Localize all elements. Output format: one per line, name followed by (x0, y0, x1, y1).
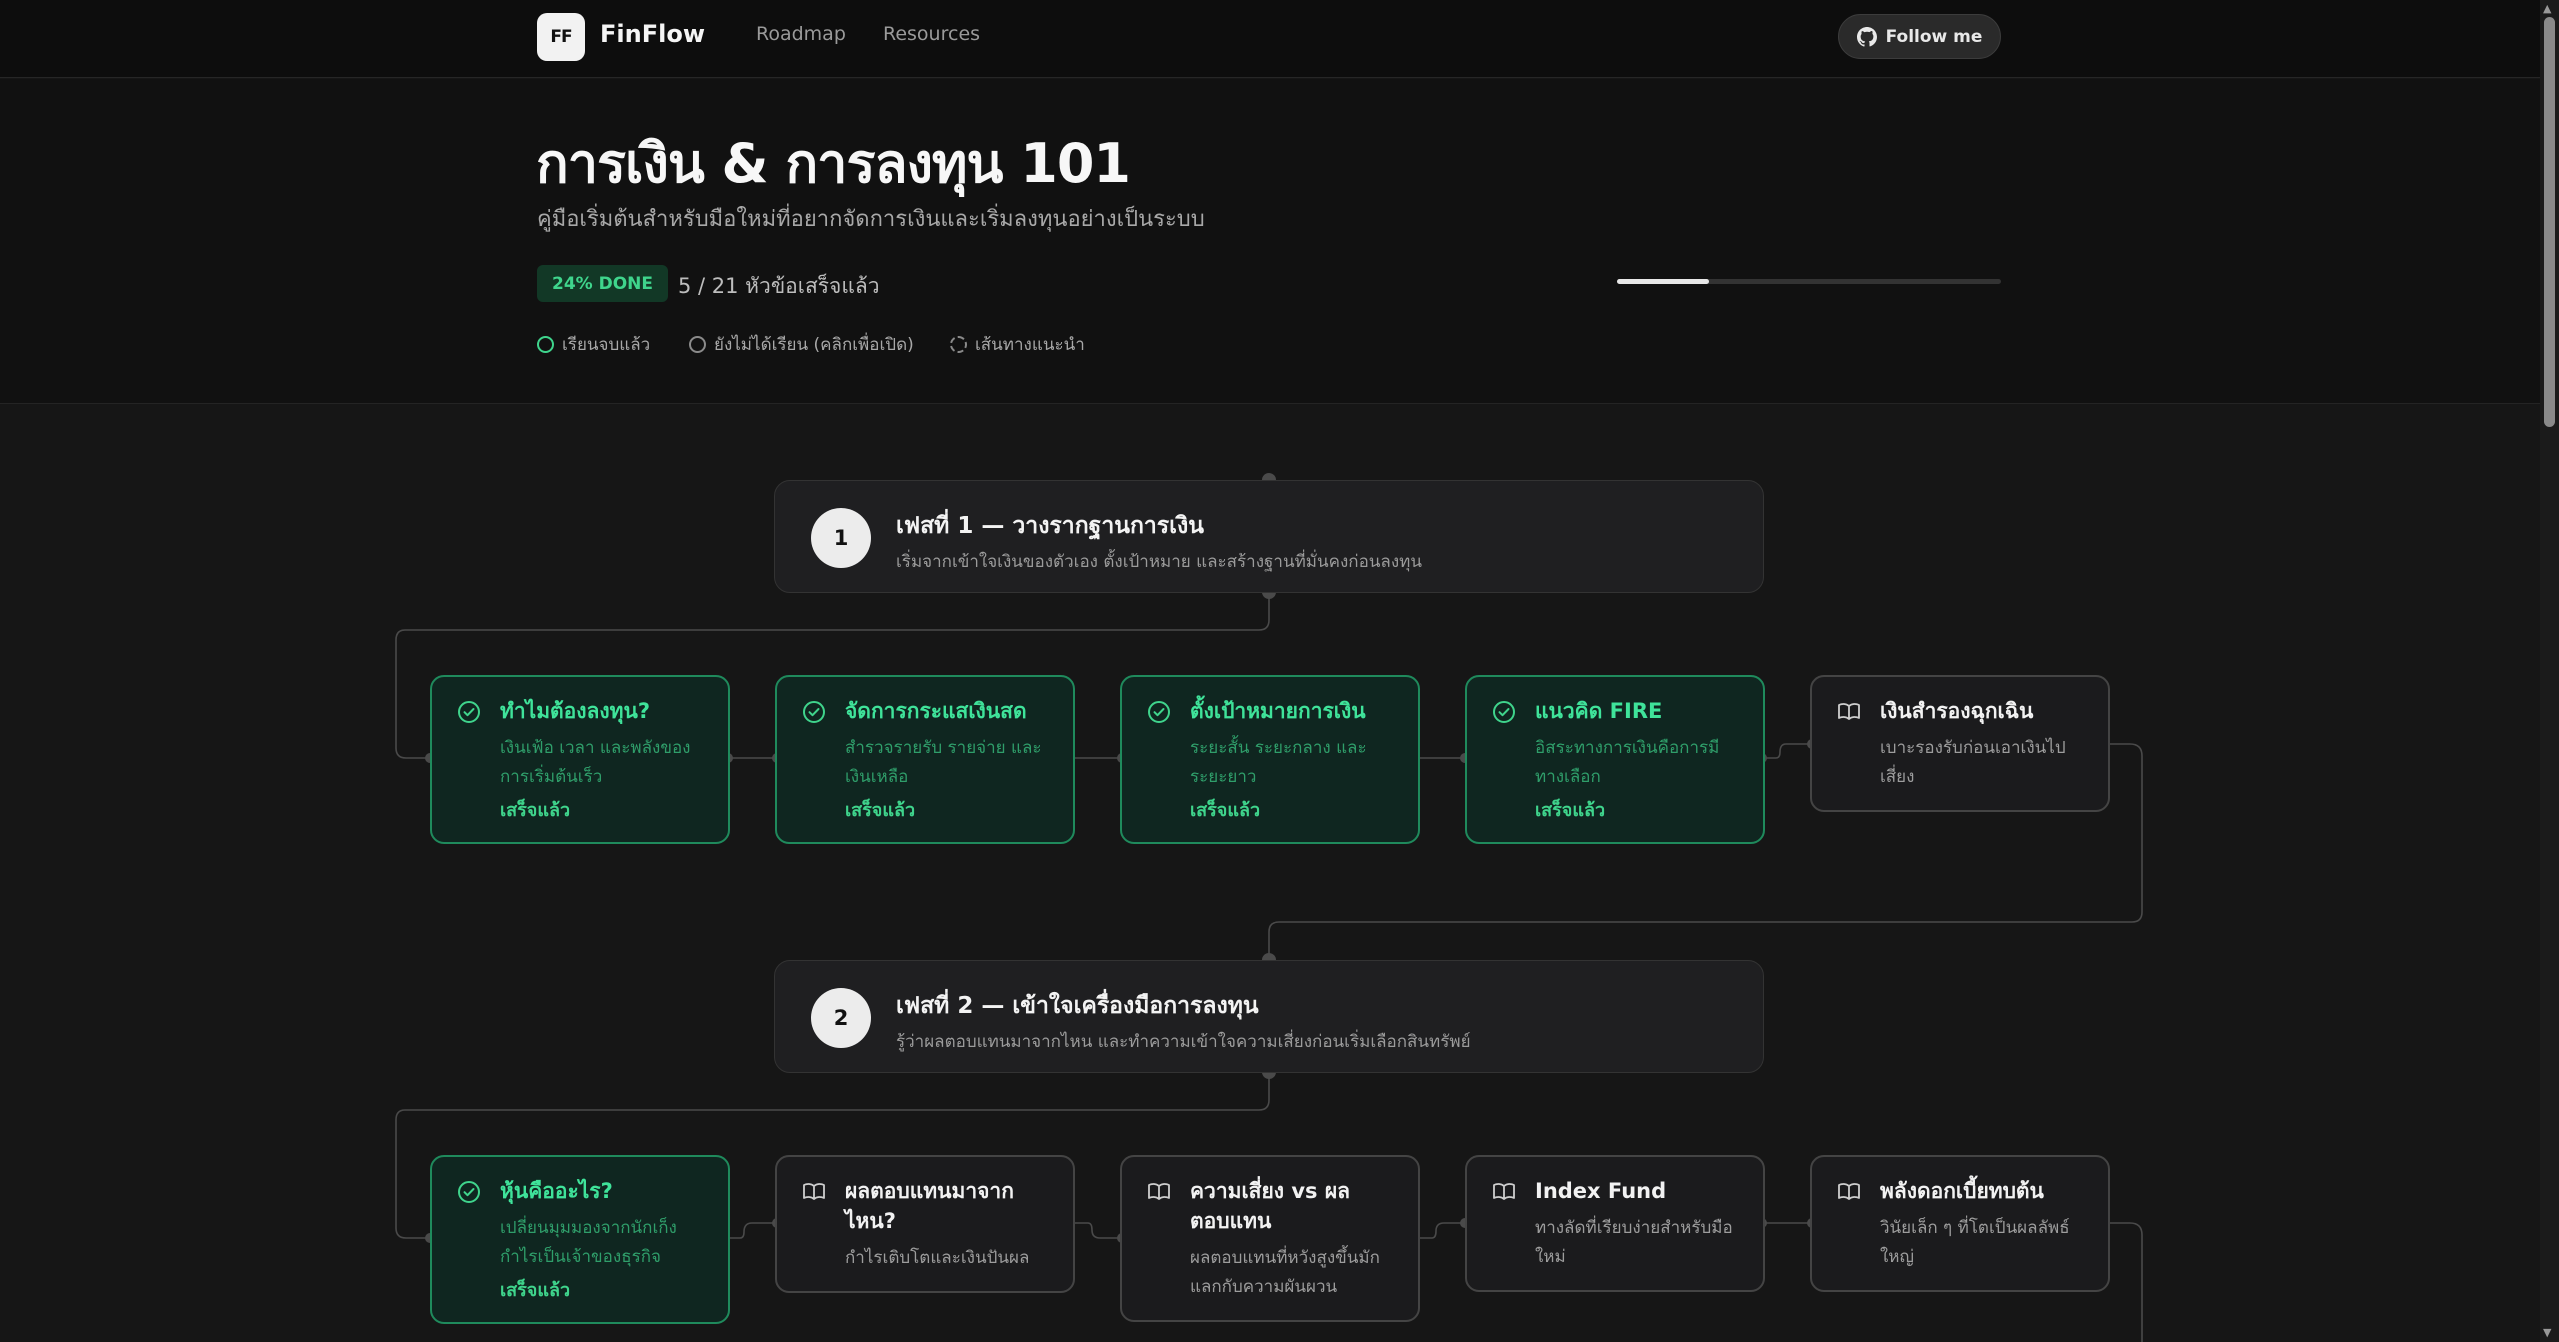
book-open-icon (1146, 1179, 1172, 1205)
topic-card[interactable]: ทำไมต้องลงทุน? เงินเฟ้อ เวลา และพลังของกา… (430, 675, 730, 844)
topic-title: หุ้นคืออะไร? (500, 1179, 613, 1203)
topic-description: กำไรเติบโตและเงินปันผล (845, 1248, 1030, 1268)
book-open-icon (1491, 1179, 1517, 1205)
topic-title: ความเสี่ยง vs ผลตอบแทน (1190, 1179, 1351, 1233)
check-circle-icon (456, 699, 482, 725)
topic-status: เสร็จแล้ว (500, 800, 571, 821)
scroll-down-arrow-icon[interactable]: ▼ (2543, 1326, 2551, 1339)
topic-card[interactable]: พลังดอกเบี้ยทบต้นวินัยเล็ก ๆ ที่โตเป็นผล… (1810, 1155, 2110, 1292)
topic-title: ทำไมต้องลงทุน? (500, 699, 651, 723)
topic-card[interactable]: หุ้นคืออะไร? เปลี่ยนมุมมองจากนักเก็งกำไรเ… (430, 1155, 730, 1324)
topic-title: พลังดอกเบี้ยทบต้น (1880, 1179, 2044, 1203)
scrollbar-thumb[interactable] (2544, 17, 2555, 427)
topic-description: ระยะสั้น ระยะกลาง และระยะยาว (1190, 738, 1367, 787)
check-circle-icon (456, 1179, 482, 1205)
topic-card[interactable]: ผลตอบแทนมาจากไหน? กำไรเติบโตและเงินปันผล (775, 1155, 1075, 1293)
topic-status: เสร็จแล้ว (1535, 800, 1606, 821)
topic-title: แนวคิด FIRE (1535, 699, 1663, 723)
phase-description: เริ่มจากเข้าใจเงินของตัวเอง ตั้งเป้าหมาย… (896, 552, 1422, 572)
topic-status: เสร็จแล้ว (845, 800, 916, 821)
topic-description: เปลี่ยนมุมมองจากนักเก็งกำไรเป็นเจ้าของธุ… (500, 1218, 677, 1267)
topic-status: เสร็จแล้ว (500, 1280, 571, 1301)
topic-card[interactable]: แนวคิด FIRE อิสระทางการเงินคือการมีทางเลื… (1465, 675, 1765, 844)
topic-description: เงินเฟ้อ เวลา และพลังของการเริ่มต้นเร็ว (500, 738, 691, 787)
check-circle-icon (1491, 699, 1517, 725)
check-circle-icon (801, 699, 827, 725)
phase-description: รู้ว่าผลตอบแทนมาจากไหน และทำความเข้าใจคว… (896, 1032, 1471, 1052)
topic-title: ผลตอบแทนมาจากไหน? (845, 1179, 1014, 1233)
topic-card[interactable]: เงินสำรองฉุกเฉินเบาะรองรับก่อนเอาเงินไปเ… (1810, 675, 2110, 812)
check-circle-icon (1146, 699, 1172, 725)
topic-description: ทางลัดที่เรียบง่ายสำหรับมือใหม่ (1535, 1218, 1733, 1267)
topic-description: สำรวจรายรับ รายจ่าย และเงินเหลือ (845, 738, 1042, 787)
topic-title: Index Fund (1535, 1179, 1667, 1203)
topic-description: อิสระทางการเงินคือการมีทางเลือก (1535, 738, 1720, 787)
phase-number: 1 (811, 508, 871, 568)
topic-card[interactable]: ความเสี่ยง vs ผลตอบแทนผลตอบแทนที่หวังสูง… (1120, 1155, 1420, 1322)
topic-description: ผลตอบแทนที่หวังสูงขึ้นมักแลกกับความผันผว… (1190, 1248, 1380, 1297)
topic-description: เบาะรองรับก่อนเอาเงินไปเสี่ยง (1880, 738, 2066, 787)
topic-status: เสร็จแล้ว (1190, 800, 1261, 821)
phase-1-header: 1 เฟสที่ 1 — วางรากฐานการเงิน เริ่มจากเข… (774, 480, 1764, 593)
phase-2-header: 2 เฟสที่ 2 — เข้าใจเครื่องมือการลงทุน รู… (774, 960, 1764, 1073)
topic-card[interactable]: Index Fund ทางลัดที่เรียบง่ายสำหรับมือใหม… (1465, 1155, 1765, 1292)
phase-title: เฟสที่ 1 — วางรากฐานการเงิน (896, 513, 1204, 539)
book-open-icon (1836, 699, 1862, 725)
topic-title: จัดการกระแสเงินสด (845, 699, 1027, 723)
book-open-icon (801, 1179, 827, 1205)
roadmap-connectors (395, 473, 2143, 1342)
topic-description: วินัยเล็ก ๆ ที่โตเป็นผลลัพธ์ใหญ่ (1880, 1218, 2070, 1267)
topic-card[interactable]: ตั้งเป้าหมายการเงินระยะสั้น ระยะกลาง และ… (1120, 675, 1420, 844)
topic-card[interactable]: จัดการกระแสเงินสดสำรวจรายรับ รายจ่าย และ… (775, 675, 1075, 844)
topic-title: ตั้งเป้าหมายการเงิน (1190, 699, 1366, 723)
topic-title: เงินสำรองฉุกเฉิน (1880, 699, 2034, 723)
phase-title: เฟสที่ 2 — เข้าใจเครื่องมือการลงทุน (896, 993, 1259, 1019)
book-open-icon (1836, 1179, 1862, 1205)
scroll-up-arrow-icon[interactable]: ▲ (2543, 2, 2551, 15)
phase-number: 2 (811, 988, 871, 1048)
